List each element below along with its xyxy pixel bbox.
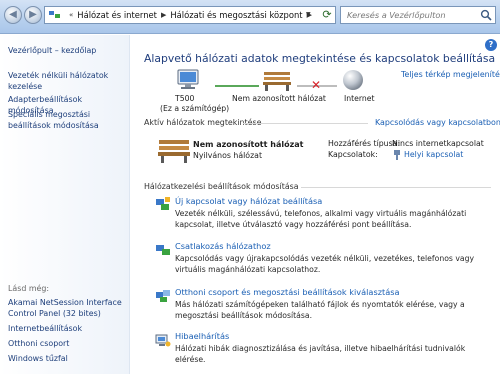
task-new-connection-desc: Vezeték nélküli, szélessávú, telefonos, …	[175, 209, 467, 229]
address-toolbar: ◀ ▶ « Hálózat és internet ▶ Hálózati és …	[0, 0, 500, 34]
control-panel-home-link[interactable]: Vezérlőpult – kezdőlap	[8, 45, 126, 56]
troubleshoot-icon	[155, 334, 171, 347]
task-troubleshoot-link[interactable]: Hibaelhárítás	[175, 331, 229, 341]
chevron-right-icon[interactable]: ▶	[161, 11, 166, 19]
map-network-name: Nem azonosított hálózat	[232, 94, 326, 103]
forward-button[interactable]: ▶	[24, 6, 42, 24]
task-homegroup-link[interactable]: Otthoni csoport és megosztási beállításo…	[175, 287, 400, 297]
breadcrumb-network-sharing-center[interactable]: Hálózati és megosztási központ	[170, 10, 302, 20]
homegroup-icon	[156, 290, 170, 302]
help-icon[interactable]: ?	[485, 39, 497, 51]
access-type-value: Nincs internetkapcsolat	[392, 139, 484, 148]
address-dropdown-icon[interactable]: ▼	[306, 7, 311, 23]
task-pane: Vezérlőpult – kezdőlap Vezeték nélküli h…	[0, 35, 130, 374]
task-homegroup-desc: Más hálózati számítógépeken található fá…	[175, 300, 465, 320]
access-type-label: Hozzáférés típusa:	[328, 139, 401, 148]
task-connect-desc: Kapcsolódás vagy újrakapcsolódás vezeték…	[175, 254, 475, 274]
new-connection-icon	[156, 197, 170, 210]
task-new-connection-link[interactable]: Új kapcsolat vagy hálózat beállítása	[175, 196, 322, 206]
computer-name: T500	[175, 94, 195, 103]
full-map-link[interactable]: Teljes térkép megjelenítése	[401, 70, 500, 79]
bench-icon	[158, 140, 190, 163]
section-divider	[301, 187, 491, 188]
back-button[interactable]: ◀	[4, 6, 22, 24]
advanced-sharing-link[interactable]: Speciális megosztási beállítások módosít…	[8, 109, 126, 131]
network-center-icon	[48, 9, 62, 21]
computer-icon	[177, 69, 199, 89]
link-line-ok	[215, 85, 259, 87]
active-network-name: Nem azonosított hálózat	[193, 140, 304, 149]
see-also-label: Lásd még:	[8, 284, 50, 293]
akamai-netsession-link[interactable]: Akamai NetSession Interface Control Pane…	[8, 297, 126, 319]
page-title: Alapvető hálózati adatok megtekintése és…	[144, 52, 496, 65]
refresh-icon[interactable]: ⟳	[319, 7, 335, 23]
task-connect-link[interactable]: Csatlakozás hálózathoz	[175, 241, 271, 251]
address-bar[interactable]: « Hálózat és internet ▶ Hálózati és mego…	[44, 6, 336, 24]
manage-wireless-link[interactable]: Vezeték nélküli hálózatok kezelése	[8, 70, 126, 92]
homegroup-link[interactable]: Otthoni csoport	[8, 338, 126, 349]
connect-network-icon	[156, 245, 170, 255]
computer-sub-label: (Ez a számítógép)	[160, 104, 230, 113]
bench-icon	[263, 72, 291, 91]
search-icon[interactable]	[480, 9, 492, 21]
connections-label: Kapcsolatok:	[328, 150, 378, 159]
search-input[interactable]: Keresés a Vezérlőpulton	[340, 6, 496, 24]
local-connection-link[interactable]: Helyi kapcsolat	[404, 150, 463, 159]
windows-firewall-link[interactable]: Windows tűzfal	[8, 353, 126, 364]
settings-section-title: Hálózatkezelési beállítások módosítása	[144, 182, 299, 191]
internet-options-link[interactable]: Internetbeállítások	[8, 323, 126, 334]
breadcrumb-separator-icon: «	[69, 11, 74, 19]
breadcrumb-network-internet[interactable]: Hálózat és internet	[77, 10, 157, 20]
main-content: ? Alapvető hálózati adatok megtekintése …	[131, 35, 500, 374]
task-troubleshoot-desc: Hálózati hibák diagnosztizálása és javít…	[175, 344, 466, 364]
connect-disconnect-link[interactable]: Kapcsolódás vagy kapcsolatbontás	[375, 118, 500, 127]
search-placeholder: Keresés a Vezérlőpulton	[347, 10, 446, 20]
active-network-type[interactable]: Nyilvános hálózat	[193, 151, 262, 160]
section-divider	[243, 123, 368, 124]
network-adapter-icon	[394, 150, 400, 160]
error-x-icon: ✕	[311, 78, 322, 92]
globe-icon	[343, 70, 363, 90]
internet-label: Internet	[344, 94, 375, 103]
